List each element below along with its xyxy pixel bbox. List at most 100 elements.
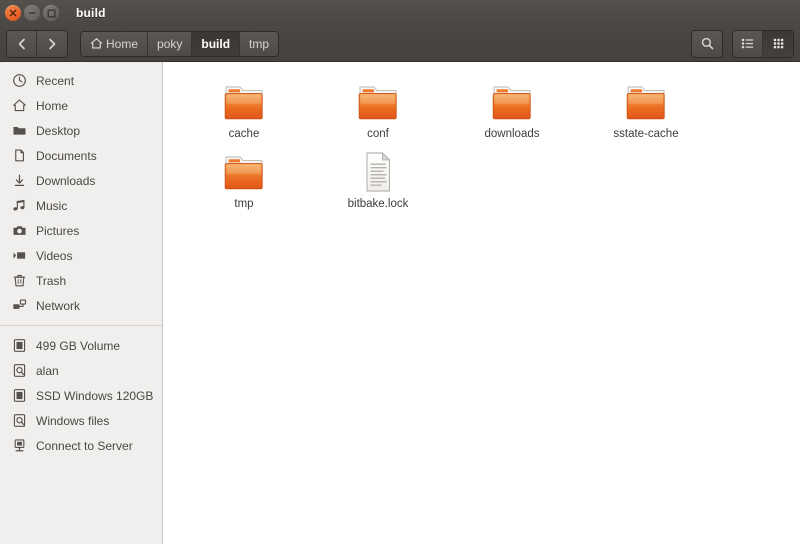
sidebar-divider (0, 325, 162, 326)
sidebar-item-alan[interactable]: alan (0, 358, 162, 383)
file-item-downloads[interactable]: downloads (445, 70, 579, 140)
sidebar-item-label: alan (36, 363, 59, 378)
sidebar-item-downloads[interactable]: Downloads (0, 168, 162, 193)
folder-icon (488, 76, 536, 124)
sidebar-item-label: Downloads (36, 173, 96, 188)
trash-icon (11, 273, 27, 289)
sidebar-item-label: Videos (36, 248, 73, 263)
file-item-label: bitbake.lock (347, 198, 409, 210)
file-item-label: sstate-cache (613, 128, 679, 140)
document-icon (11, 148, 27, 164)
sidebar-item-network[interactable]: Network (0, 293, 162, 318)
breadcrumb-label: tmp (249, 36, 270, 51)
sidebar-item-ssd-windows-120gb[interactable]: SSD Windows 120GB (0, 383, 162, 408)
breadcrumb-label: build (201, 36, 231, 51)
grid-view-button[interactable] (763, 30, 793, 57)
desktop-folder-icon (11, 123, 27, 139)
chevron-right-icon (49, 38, 56, 49)
file-item-label: tmp (234, 198, 254, 210)
minimize-icon (28, 12, 36, 14)
video-icon (11, 248, 27, 264)
sidebar-item-trash[interactable]: Trash (0, 268, 162, 293)
close-icon (9, 9, 17, 17)
breadcrumb-item-poky[interactable]: poky (148, 31, 193, 56)
breadcrumb-item-home[interactable]: Home (81, 31, 149, 56)
grid-view-icon (773, 38, 783, 49)
list-view-icon (741, 38, 754, 49)
sidebar-item-recent[interactable]: Recent (0, 68, 162, 93)
file-list-area[interactable]: cache conf downloads sstate-cache tmp bi… (163, 62, 800, 544)
server-icon (11, 438, 27, 454)
sidebar-item-label: Desktop (36, 123, 81, 138)
folder-icon (354, 76, 402, 124)
navigation-buttons (6, 29, 68, 58)
music-note-icon (11, 198, 27, 214)
file-item-label: conf (367, 128, 389, 140)
sidebar-item-pictures[interactable]: Pictures (0, 218, 162, 243)
sidebar-item-label: Recent (36, 73, 75, 88)
sidebar-item-label: Connect to Server (36, 438, 133, 453)
sidebar-item-label: SSD Windows 120GB (36, 388, 154, 403)
list-view-button[interactable] (733, 30, 763, 57)
maximize-icon (47, 9, 55, 17)
clock-icon (11, 73, 27, 89)
search-icon (701, 37, 713, 50)
file-item-cache[interactable]: cache (177, 70, 311, 140)
remote-volume-icon (11, 363, 27, 379)
view-mode-buttons (732, 29, 794, 58)
window-body: Recent Home Desktop Documents Downloads … (0, 62, 800, 544)
file-item-conf[interactable]: conf (311, 70, 445, 140)
sidebar-item-desktop[interactable]: Desktop (0, 118, 162, 143)
sidebar-item-music[interactable]: Music (0, 193, 162, 218)
file-item-sstate-cache[interactable]: sstate-cache (579, 70, 713, 140)
harddisk-icon (11, 388, 27, 404)
maximize-button[interactable] (43, 5, 59, 21)
minimize-button[interactable] (24, 5, 40, 21)
sidebar-item-videos[interactable]: Videos (0, 243, 162, 268)
breadcrumb-label: Home (106, 36, 139, 51)
file-item-tmp[interactable]: tmp (177, 140, 311, 210)
sidebar: Recent Home Desktop Documents Downloads … (0, 62, 163, 544)
window-title: build (76, 6, 106, 20)
sidebar-item-home[interactable]: Home (0, 93, 162, 118)
title-bar: build (0, 0, 800, 26)
search-button-group (691, 29, 723, 58)
sidebar-item-label: Trash (36, 273, 67, 288)
file-item-label: downloads (484, 128, 540, 140)
sidebar-item-label: 499 GB Volume (36, 338, 121, 353)
home-icon (90, 38, 103, 49)
back-button[interactable] (7, 30, 37, 57)
file-item-bitbake-lock[interactable]: bitbake.lock (311, 140, 445, 210)
sidebar-item-label: Documents (36, 148, 97, 163)
home-icon (11, 98, 27, 114)
breadcrumb-item-build[interactable]: build (192, 31, 241, 56)
remote-volume-icon (11, 413, 27, 429)
forward-button[interactable] (37, 30, 67, 57)
search-button[interactable] (692, 30, 722, 57)
folder-icon (220, 146, 268, 194)
sidebar-item-499-gb-volume[interactable]: 499 GB Volume (0, 333, 162, 358)
download-arrow-icon (11, 173, 27, 189)
document-file-icon (354, 146, 402, 194)
folder-icon (622, 76, 670, 124)
file-item-label: cache (228, 128, 260, 140)
network-icon (11, 298, 27, 314)
sidebar-item-label: Windows files (36, 413, 110, 428)
chevron-left-icon (18, 38, 25, 49)
sidebar-item-label: Music (36, 198, 68, 213)
sidebar-item-label: Pictures (36, 223, 80, 238)
close-button[interactable] (5, 5, 21, 21)
breadcrumb-item-tmp[interactable]: tmp (240, 31, 279, 56)
icon-grid: cache conf downloads sstate-cache tmp bi… (177, 70, 800, 210)
folder-icon (220, 76, 268, 124)
sidebar-item-label: Home (36, 98, 69, 113)
harddisk-icon (11, 338, 27, 354)
sidebar-item-windows-files[interactable]: Windows files (0, 408, 162, 433)
sidebar-item-documents[interactable]: Documents (0, 143, 162, 168)
camera-icon (11, 223, 27, 239)
toolbar: Home poky build tmp (0, 26, 800, 62)
breadcrumb: Home poky build tmp (80, 30, 280, 57)
file-manager-window: build Home poky build tmp Recent Home De… (0, 0, 800, 544)
breadcrumb-label: poky (157, 36, 183, 51)
sidebar-item-connect-to-server[interactable]: Connect to Server (0, 433, 162, 458)
